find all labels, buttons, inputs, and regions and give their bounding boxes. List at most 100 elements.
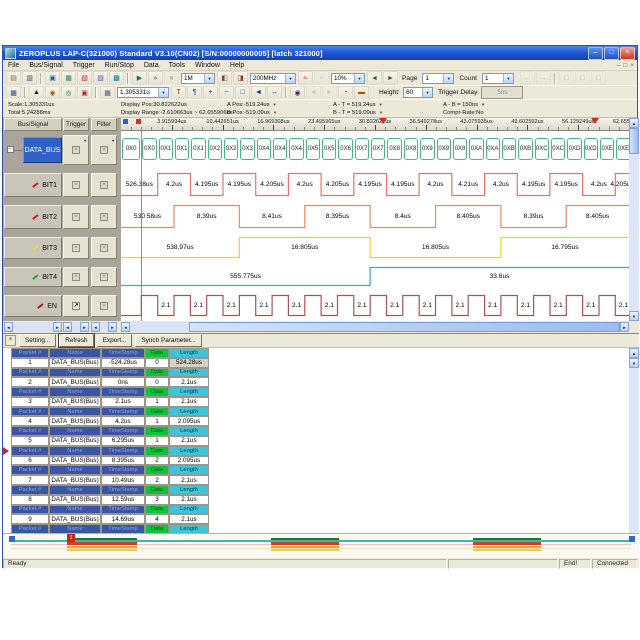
marker-b-icon[interactable]: □	[575, 71, 590, 85]
signal-row-bit4[interactable]: BIT4	[4, 267, 62, 287]
menu-help[interactable]: Help	[225, 62, 249, 69]
combo-arrow-icon[interactable]: ▼	[422, 88, 432, 97]
bus-signal-column-header[interactable]: Bus/Signal	[4, 118, 62, 131]
hscroll-thumb[interactable]	[189, 322, 620, 332]
trigger-cell-bit1[interactable]: ×	[63, 173, 89, 197]
a-t-dropdown-icon[interactable]: ▼	[379, 102, 383, 107]
time-display-icon[interactable]: ◔	[338, 86, 353, 100]
trigger-marker-indicator[interactable]	[136, 119, 141, 124]
trigger-level-combo[interactable]: 10%▼	[331, 73, 365, 84]
hand-tool-icon[interactable]: ◉	[45, 86, 60, 100]
filter-column-header[interactable]: Filter	[91, 118, 117, 131]
waveform-mode-icon[interactable]: ▦	[6, 86, 21, 100]
filter-cell-data_bus[interactable]: ×▼	[91, 135, 117, 165]
filter-cell-bit1[interactable]: ×	[91, 173, 117, 197]
combo-arrow-icon[interactable]: ▼	[204, 74, 214, 83]
sample-rate-combo[interactable]: 200MHz▼	[250, 73, 296, 84]
dont-care-checkbox-icon[interactable]: ×	[100, 181, 108, 189]
zoom-out-icon[interactable]: −	[219, 86, 234, 100]
dont-care-checkbox-icon[interactable]: ×	[100, 273, 108, 281]
bookmark-icon[interactable]: ¶	[187, 86, 202, 100]
pattern-view-icon[interactable]: ◎	[61, 86, 76, 100]
edge-trigger-icon[interactable]: ↗	[72, 302, 80, 310]
open-file-icon[interactable]: ▤	[6, 71, 21, 85]
zoom-prev-icon[interactable]: ◄	[251, 86, 266, 100]
scroll-down-icon[interactable]: ▼	[629, 358, 639, 368]
sampling-setup-icon[interactable]: ▦	[61, 71, 76, 85]
tree-collapse-toggle[interactable]: −	[7, 146, 14, 153]
packet-row[interactable]: 3DATA_BUS(Bus)2.1us12.1us	[11, 397, 211, 407]
signal-row-bit2[interactable]: BIT2	[4, 205, 62, 229]
prev-page-icon[interactable]: ◄	[367, 71, 382, 85]
menu-tools[interactable]: Tools	[164, 62, 190, 69]
title-bar[interactable]: ZEROPLUS LAP-C(321000) Standard V3.10(CN…	[3, 46, 637, 60]
scroll-down-icon[interactable]: ▼	[629, 311, 639, 321]
zoom-in-icon[interactable]: +	[203, 86, 218, 100]
time-ruler[interactable]: 3.915994us10.442651us16.969308us23.49596…	[121, 118, 629, 131]
packet-panel-close-icon[interactable]: ×	[5, 335, 16, 346]
scroll-right-icon[interactable]: ►	[108, 322, 117, 332]
refresh-button[interactable]: Refresh	[59, 334, 93, 347]
menu-trigger[interactable]: Trigger	[68, 62, 100, 69]
mdi-close-icon[interactable]: ×	[630, 62, 634, 69]
dont-care-checkbox-icon[interactable]: ×	[100, 146, 108, 154]
scroll-up-icon[interactable]: ▲	[629, 348, 639, 358]
signal-row-data_bus[interactable]: DATA_BUS	[23, 137, 62, 163]
menu-data[interactable]: Data	[139, 62, 164, 69]
packet-row[interactable]: 9DATA_BUS(Bus)14.69us42.1us	[11, 514, 211, 524]
trigger-cell-en[interactable]: ↗	[63, 295, 89, 317]
packet-row[interactable]: 1DATA_BUS(Bus)-524.28us0524.28us	[11, 358, 211, 368]
stop-icon[interactable]: ■	[164, 71, 179, 85]
next-page-icon[interactable]: ►	[383, 71, 398, 85]
grid-time-combo[interactable]: 1.305331u▼	[117, 87, 169, 98]
dont-care-checkbox-icon[interactable]: ×	[72, 146, 80, 154]
overview-page-marker[interactable]: 1	[67, 534, 75, 542]
trigger-cell-data_bus[interactable]: ×▼	[63, 135, 89, 165]
scroll-right-icon[interactable]: ►	[53, 322, 62, 332]
signal-row-bit1[interactable]: BIT1	[4, 173, 62, 197]
marker-a-indicator[interactable]	[123, 119, 128, 124]
combo-arrow-icon[interactable]: ▼	[158, 88, 168, 97]
packet-row[interactable]: 2DATA_BUS(Bus)0ns02.1us	[11, 377, 211, 387]
packet-row[interactable]: 8DATA_BUS(Bus)12.59us32.1us	[11, 495, 211, 505]
a-pos-dropdown-icon[interactable]: ▼	[273, 102, 277, 107]
signal-row-bit3[interactable]: BIT3	[4, 237, 62, 259]
combo-arrow-icon[interactable]: ▼	[354, 74, 364, 83]
menu-window[interactable]: Window	[190, 62, 225, 69]
mdi-restore-icon[interactable]: □	[623, 62, 627, 69]
filter-cell-en[interactable]: ×	[91, 295, 117, 317]
module-setup-icon[interactable]: ▩	[109, 71, 124, 85]
trigger-column-header[interactable]: Trigger	[63, 118, 89, 131]
menu-bussignal[interactable]: Bus/Signal	[24, 62, 67, 69]
filter-cell-bit3[interactable]: ×	[91, 237, 117, 259]
print-icon[interactable]: ▥	[22, 71, 37, 85]
grid-size-icon[interactable]: ▦	[100, 86, 115, 100]
stack-setup-icon[interactable]: ▨	[93, 71, 108, 85]
dont-care-checkbox-icon[interactable]: ×	[72, 244, 80, 252]
packet-row[interactable]: 5DATA_BUS(Bus)6.295us12.1us	[11, 436, 211, 446]
combo-arrow-icon[interactable]: ▼	[443, 74, 453, 83]
undo-icon[interactable]: ←	[520, 71, 535, 85]
trigger-setup-icon[interactable]: ▧	[77, 71, 92, 85]
packet-row[interactable]: 4DATA_BUS(Bus)4.2us12.095us	[11, 416, 211, 426]
scroll-up-icon[interactable]: ▲	[629, 118, 639, 128]
dont-care-checkbox-icon[interactable]: ×	[100, 244, 108, 252]
scroll-left-icon[interactable]: ◄	[91, 322, 100, 332]
cell-dropdown-icon[interactable]: ▼	[111, 139, 115, 143]
filter-cell-bit2[interactable]: ×	[91, 205, 117, 229]
marker-c-icon[interactable]: □	[591, 71, 606, 85]
find-prev-icon[interactable]: ◄	[306, 86, 321, 100]
capture-image-icon[interactable]: ▣	[77, 86, 92, 100]
setting-button[interactable]: Setting...	[19, 334, 56, 347]
signal-row-en[interactable]: EN	[4, 295, 62, 317]
display-pos-marker-icon[interactable]	[379, 118, 387, 124]
filter-cell-bit4[interactable]: ×	[91, 267, 117, 287]
memory-page-up-icon[interactable]: ◧	[217, 71, 232, 85]
trigger-cell-bit4[interactable]: ×	[63, 267, 89, 287]
combo-arrow-icon[interactable]: ▼	[285, 74, 295, 83]
height-combo[interactable]: 60▼	[403, 87, 433, 98]
run-icon[interactable]: ▶	[132, 71, 147, 85]
compression-icon[interactable]: ≈	[314, 71, 329, 85]
noise-filter-icon[interactable]: ▬	[354, 86, 369, 100]
find-next-icon[interactable]: ►	[322, 86, 337, 100]
